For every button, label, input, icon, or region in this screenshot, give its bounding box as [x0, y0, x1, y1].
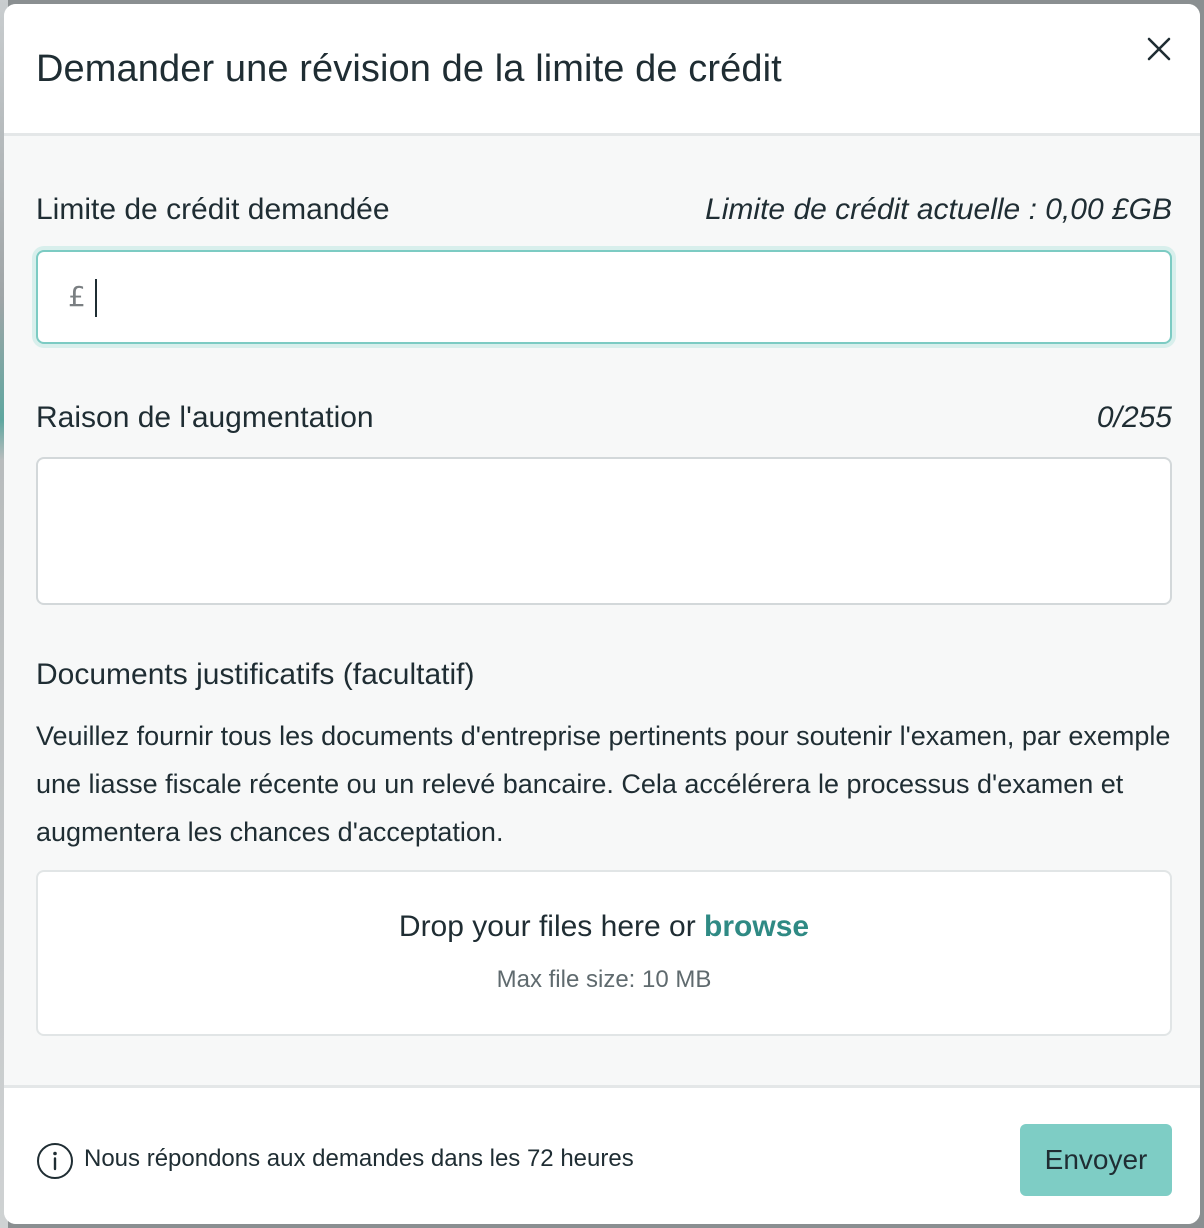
documents-title: Documents justificatifs (facultatif): [36, 658, 475, 691]
reason-textarea-wrapper[interactable]: [36, 457, 1172, 605]
close-button[interactable]: [1144, 34, 1174, 64]
documents-description: Veuillez fournir tous les documents d'en…: [36, 721, 1171, 847]
credit-limit-input[interactable]: [102, 252, 1162, 342]
credit-limit-input-wrapper[interactable]: £: [36, 250, 1172, 344]
text-caret: [95, 279, 97, 317]
currency-symbol: £: [68, 280, 86, 313]
credit-limit-label-row: Limite de crédit demandée Limite de créd…: [36, 190, 1172, 230]
reason-textarea[interactable]: [38, 459, 1170, 603]
reason-char-counter: 0/255: [1096, 401, 1172, 434]
info-icon: [36, 1142, 74, 1180]
current-credit-limit: Limite de crédit actuelle : 0,00 £GB: [705, 193, 1172, 226]
dialog-title: Demander une révision de la limite de cr…: [36, 48, 782, 90]
dropzone-text: Drop your files here or: [398, 910, 696, 943]
credit-limit-label: Limite de crédit demandée: [36, 193, 390, 226]
dropzone-text-line: Drop your files here or browse: [38, 910, 1170, 944]
submit-button[interactable]: Envoyer: [1020, 1124, 1172, 1196]
close-icon: [1147, 37, 1171, 61]
file-dropzone[interactable]: Drop your files here or browse Max file …: [36, 870, 1172, 1036]
credit-limit-dialog: Demander une révision de la limite de cr…: [4, 4, 1200, 1224]
max-file-size: Max file size: 10 MB: [496, 966, 712, 993]
dialog-footer: Nous répondons aux demandes dans les 72 …: [4, 1085, 1200, 1224]
browse-link[interactable]: browse: [704, 910, 809, 943]
reason-label-row: Raison de l'augmentation 0/255: [36, 398, 1172, 438]
reason-label: Raison de l'augmentation: [36, 401, 374, 434]
dialog-header: Demander une révision de la limite de cr…: [4, 4, 1200, 136]
response-time-note: Nous répondons aux demandes dans les 72 …: [84, 1145, 634, 1172]
